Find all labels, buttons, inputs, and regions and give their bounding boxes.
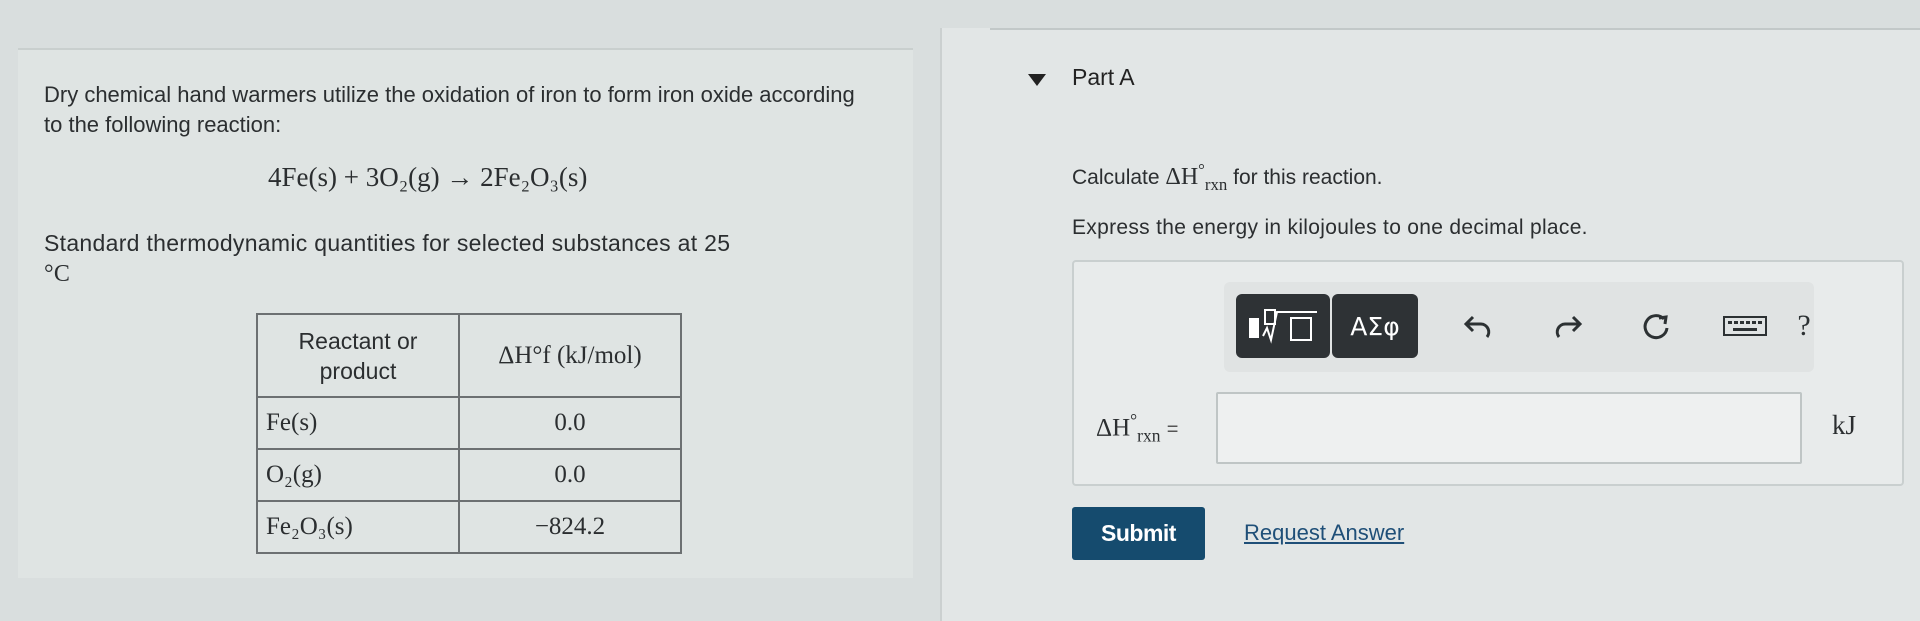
- quantity-symbol: ΔH: [1165, 164, 1199, 190]
- math-toolbar: ΑΣφ ?: [1224, 282, 1814, 372]
- request-answer-link[interactable]: Request Answer: [1244, 520, 1404, 546]
- substance-cell: O₂(g): [256, 448, 460, 502]
- reset-icon[interactable]: [1636, 304, 1676, 348]
- part-a-panel: Part A Calculate ΔH°rxn for this reactio…: [940, 28, 1920, 621]
- quantity-sup: °: [1198, 160, 1205, 179]
- redo-icon[interactable]: [1548, 304, 1588, 348]
- keyboard-icon[interactable]: [1720, 304, 1770, 348]
- thermo-caption-text: Standard thermodynamic quantities for se…: [44, 230, 731, 256]
- table-row: O₂(g) 0.0: [256, 448, 682, 502]
- thermo-caption: Standard thermodynamic quantities for se…: [44, 228, 874, 289]
- help-button[interactable]: ?: [1784, 304, 1824, 348]
- part-title[interactable]: Part A: [1072, 64, 1135, 91]
- answer-input[interactable]: [1216, 392, 1802, 464]
- answer-box: ΑΣφ ? ΔH°rxn = kJ: [1072, 260, 1904, 486]
- problem-intro: Dry chemical hand warmers utilize the ox…: [44, 82, 855, 137]
- question-prefix: Calculate: [1072, 166, 1160, 189]
- divider: [990, 28, 1920, 30]
- table-header-row: Reactant or product ΔH°f (kJ/mol): [256, 313, 682, 398]
- answer-label: ΔH°rxn =: [1096, 410, 1178, 446]
- substance-cell: Fe₂O₃(s): [256, 500, 460, 554]
- collapse-caret-icon[interactable]: [1028, 74, 1046, 86]
- instruction-text: Express the energy in kilojoules to one …: [1072, 216, 1588, 239]
- submit-button[interactable]: Submit: [1072, 507, 1205, 560]
- answer-label-equals: =: [1166, 418, 1179, 441]
- reaction-equation: 4Fe(s) + 3O₂(g) → 2Fe₂O₃(s): [268, 162, 588, 192]
- unit-label: kJ: [1832, 410, 1857, 440]
- enthalpy-cell: −824.2: [458, 500, 682, 554]
- thermo-table: Reactant or product ΔH°f (kJ/mol) Fe(s) …: [256, 313, 682, 554]
- substance-cell: Fe(s): [256, 396, 460, 450]
- answer-label-symbol: ΔH: [1096, 414, 1131, 442]
- table-row: Fe(s) 0.0: [256, 396, 682, 450]
- templates-button[interactable]: [1236, 294, 1330, 358]
- problem-panel: Dry chemical hand warmers utilize the ox…: [18, 48, 913, 578]
- answer-label-sub: rxn: [1137, 425, 1161, 446]
- quantity-sub: rxn: [1204, 174, 1228, 194]
- thermo-caption-unit: °C: [44, 261, 71, 287]
- table-header-enthalpy: ΔH°f (kJ/mol): [458, 313, 682, 398]
- table-row: Fe₂O₃(s) −824.2: [256, 500, 682, 554]
- question-suffix: for this reaction.: [1233, 166, 1383, 189]
- undo-icon[interactable]: [1458, 304, 1498, 348]
- enthalpy-cell: 0.0: [458, 448, 682, 502]
- question-quantity: ΔH°rxn: [1165, 160, 1227, 194]
- templates-icon: [1249, 309, 1317, 344]
- table-header-substance: Reactant or product: [256, 313, 460, 398]
- greek-symbols-button[interactable]: ΑΣφ: [1332, 294, 1418, 358]
- enthalpy-cell: 0.0: [458, 396, 682, 450]
- question-text: Calculate ΔH°rxn for this reaction.: [1072, 160, 1383, 195]
